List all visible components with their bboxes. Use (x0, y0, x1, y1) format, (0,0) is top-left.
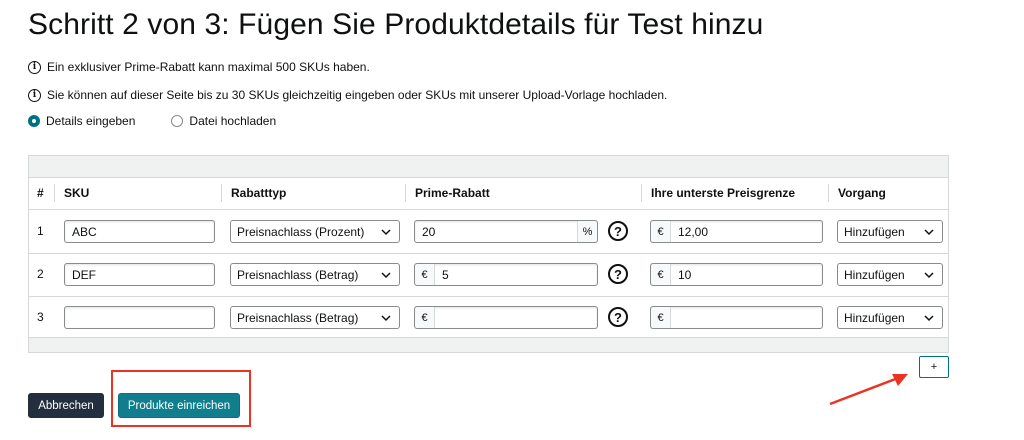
sku-input[interactable]: DEF (64, 263, 215, 286)
action-select[interactable]: Hinzufügen (837, 263, 943, 286)
row-number: 2 (37, 267, 44, 281)
sku-value: ABC (72, 224, 97, 239)
header-sku: SKU (64, 186, 90, 200)
select-value: Hinzufügen (844, 267, 905, 282)
radio-upload[interactable]: Datei hochladen (171, 114, 276, 128)
select-value: Hinzufügen (844, 310, 905, 325)
table-toolbar (29, 156, 948, 178)
chevron-down-icon (924, 271, 934, 278)
chevron-down-icon (381, 271, 391, 278)
row-number: 3 (37, 310, 44, 324)
add-row-button[interactable]: + (919, 356, 949, 378)
info-icon: i (28, 88, 41, 102)
sku-input[interactable] (64, 306, 215, 329)
discount-type-select[interactable]: Preisnachlass (Prozent) (230, 220, 400, 243)
page-title: Schritt 2 von 3: Fügen Sie Produktdetail… (28, 8, 764, 41)
price-floor-input[interactable]: € 12,00 (650, 220, 823, 243)
sku-value: DEF (72, 267, 96, 282)
prime-discount-input[interactable]: € 5 (414, 263, 598, 286)
prime-discount-input[interactable]: € (414, 306, 598, 329)
table-row: 1 ABC Preisnachlass (Prozent) 20 % ? € 1… (29, 210, 948, 254)
currency-addon: € (651, 264, 671, 285)
chevron-down-icon (381, 228, 391, 235)
prime-discount-value: 5 (442, 267, 449, 282)
price-floor-value: 10 (678, 267, 692, 282)
chevron-down-icon (924, 228, 934, 235)
currency-addon: € (651, 221, 671, 242)
currency-addon: € (415, 264, 435, 285)
chevron-down-icon (381, 314, 391, 321)
currency-addon: € (415, 307, 435, 328)
percent-addon: % (577, 221, 597, 242)
price-floor-input[interactable]: € (650, 306, 823, 329)
select-value: Preisnachlass (Prozent) (237, 224, 365, 239)
prime-discount-input[interactable]: 20 % (414, 220, 598, 243)
input-mode-radio-group: Details eingeben Datei hochladen (28, 114, 312, 128)
product-table: # SKU Rabatttyp Prime-Rabatt Ihre unters… (28, 155, 949, 353)
info-line-max-skus: i Ein exklusiver Prime-Rabatt kann maxim… (28, 60, 370, 74)
annotation-highlight-box (111, 370, 251, 427)
radio-label: Details eingeben (46, 114, 136, 128)
question-circle-icon[interactable]: ? (608, 264, 628, 284)
select-value: Preisnachlass (Betrag) (237, 310, 359, 325)
table-row: 3 Preisnachlass (Betrag) € ? € Hinzufüge… (29, 296, 948, 339)
prime-discount-value: 20 (422, 224, 436, 239)
info-text: Sie können auf dieser Seite bis zu 30 SK… (47, 88, 668, 102)
table-row: 2 DEF Preisnachlass (Betrag) € 5 ? € 10 … (29, 253, 948, 297)
radio-unchecked-icon[interactable] (171, 115, 184, 127)
currency-addon: € (651, 307, 671, 328)
info-line-upload: i Sie können auf dieser Seite bis zu 30 … (28, 88, 667, 102)
cancel-button[interactable]: Abbrechen (28, 393, 104, 418)
row-number: 1 (37, 224, 44, 238)
discount-type-select[interactable]: Preisnachlass (Betrag) (230, 306, 400, 329)
radio-checked-icon[interactable] (28, 115, 40, 127)
header-num: # (37, 186, 44, 200)
table-footer (29, 337, 948, 352)
action-select[interactable]: Hinzufügen (837, 220, 943, 243)
price-floor-input[interactable]: € 10 (650, 263, 823, 286)
header-price-floor: Ihre unterste Preisgrenze (651, 186, 796, 200)
price-floor-value: 12,00 (678, 224, 709, 239)
sku-input[interactable]: ABC (64, 220, 215, 243)
header-action: Vorgang (838, 186, 886, 200)
chevron-down-icon (924, 314, 934, 321)
discount-type-select[interactable]: Preisnachlass (Betrag) (230, 263, 400, 286)
action-select[interactable]: Hinzufügen (837, 306, 943, 329)
question-circle-icon[interactable]: ? (608, 221, 628, 241)
select-value: Preisnachlass (Betrag) (237, 267, 359, 282)
table-header: # SKU Rabatttyp Prime-Rabatt Ihre unters… (29, 178, 948, 210)
select-value: Hinzufügen (844, 224, 905, 239)
annotation-arrow-icon (829, 374, 908, 406)
info-text: Ein exklusiver Prime-Rabatt kann maximal… (47, 60, 370, 74)
header-prime-discount: Prime-Rabatt (415, 186, 490, 200)
radio-details[interactable]: Details eingeben (28, 114, 135, 128)
question-circle-icon[interactable]: ? (608, 307, 628, 327)
header-discount-type: Rabatttyp (231, 186, 287, 200)
info-icon: i (28, 60, 41, 74)
radio-label: Datei hochladen (189, 114, 277, 128)
